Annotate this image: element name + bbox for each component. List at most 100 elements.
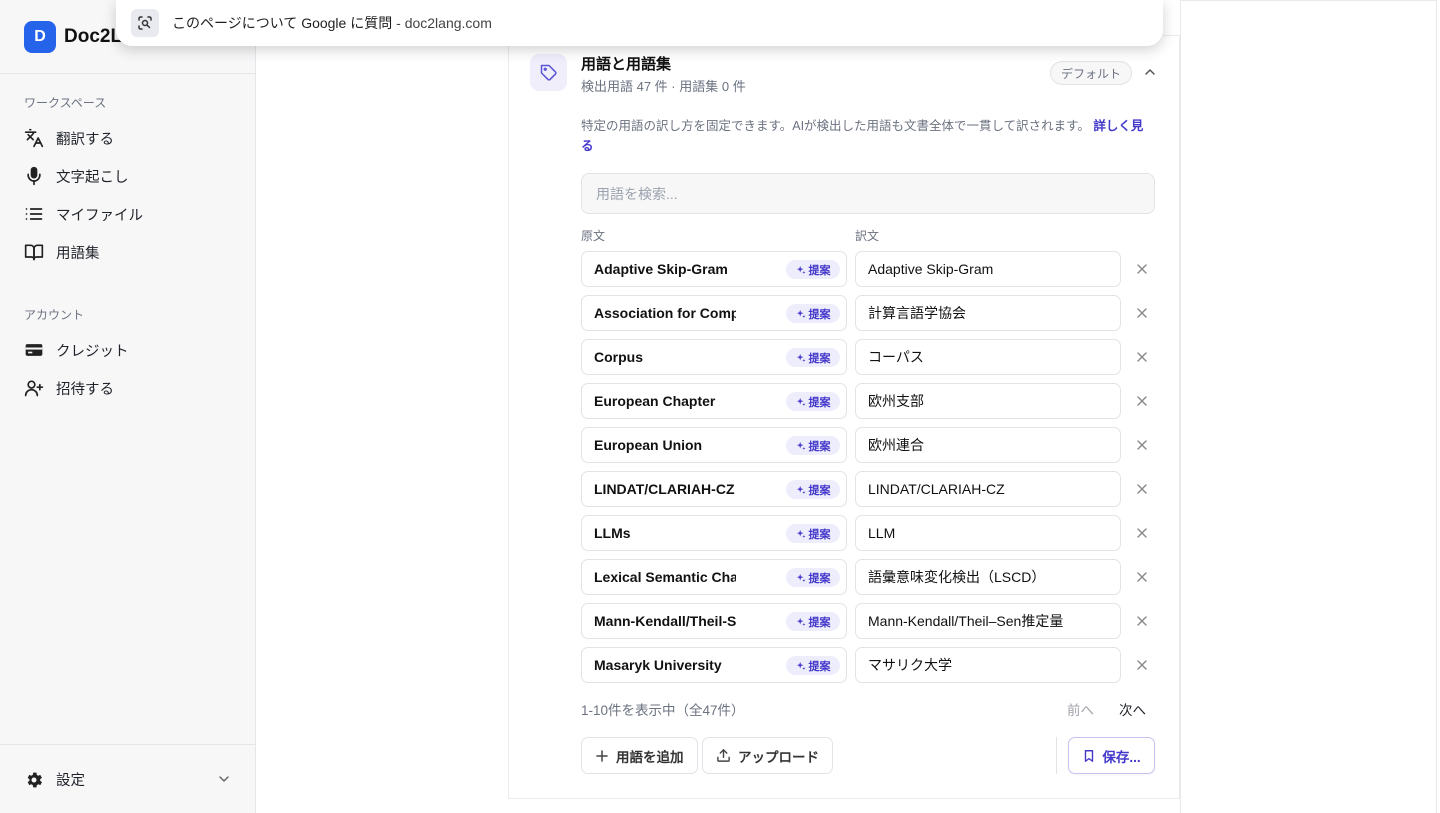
sidebar-item-glossary[interactable]: 用語集 xyxy=(24,240,100,264)
close-icon xyxy=(1137,264,1147,274)
suggestion-badge: 提案 xyxy=(786,260,840,279)
sidebar-item-credits[interactable]: クレジット xyxy=(24,338,129,362)
target-term-input[interactable] xyxy=(855,603,1121,639)
target-term-input[interactable] xyxy=(855,515,1121,551)
remove-term-button[interactable] xyxy=(1134,261,1150,277)
close-icon xyxy=(1137,528,1147,538)
target-term-input[interactable] xyxy=(855,383,1121,419)
source-term-field[interactable]: European Union 提案 xyxy=(581,427,847,463)
remove-term-button[interactable] xyxy=(1134,657,1150,673)
save-button[interactable]: 保存... xyxy=(1068,737,1155,774)
remove-term-button[interactable] xyxy=(1134,481,1150,497)
sparkle-icon xyxy=(796,309,806,318)
source-term-field[interactable]: Masaryk University 提案 xyxy=(581,647,847,683)
google-ask-bar[interactable]: このページについて Google に質問 - doc2lang.com xyxy=(116,0,1163,46)
sparkle-icon xyxy=(796,617,806,626)
glossary-description: 特定の用語の訳し方を固定できます。AIが検出した用語も文書全体で一貫して訳されま… xyxy=(581,116,1151,156)
source-term-field[interactable]: Association for Comp 提案 xyxy=(581,295,847,331)
suggestion-label: 提案 xyxy=(808,440,831,453)
upload-label: アップロード xyxy=(738,749,819,765)
close-icon xyxy=(1137,440,1147,450)
sidebar-item-label: 用語集 xyxy=(56,245,100,262)
source-term-field[interactable]: Mann-Kendall/Theil-S 提案 xyxy=(581,603,847,639)
remove-term-button[interactable] xyxy=(1134,613,1150,629)
bookmark-icon xyxy=(1085,749,1094,762)
source-term-text: Corpus xyxy=(594,349,643,365)
card-top-border xyxy=(1163,35,1180,36)
brand-name: Doc2L xyxy=(64,26,123,47)
source-term-text: European Chapter xyxy=(594,393,716,409)
sparkle-icon xyxy=(796,397,806,406)
suggestion-badge: 提案 xyxy=(786,568,840,587)
target-term-input[interactable] xyxy=(855,471,1121,507)
target-term-input[interactable] xyxy=(855,427,1121,463)
suggestion-label: 提案 xyxy=(808,616,831,629)
pagination-info: 1-10件を表示中（全47件） xyxy=(581,703,745,718)
sparkle-icon xyxy=(796,441,806,450)
source-term-field[interactable]: Corpus 提案 xyxy=(581,339,847,375)
remove-term-button[interactable] xyxy=(1134,525,1150,541)
settings-button[interactable]: 設定 xyxy=(24,769,85,790)
target-term-input[interactable] xyxy=(855,295,1121,331)
sidebar-item-label: 招待する xyxy=(56,381,114,398)
suggestion-badge: 提案 xyxy=(786,392,840,411)
suggestion-badge: 提案 xyxy=(786,524,840,543)
sidebar-item-invite[interactable]: 招待する xyxy=(24,376,114,400)
sidebar-item-my-files[interactable]: マイファイル xyxy=(24,202,143,226)
table-row: Mann-Kendall/Theil-S 提案 xyxy=(581,603,1156,639)
remove-term-button[interactable] xyxy=(1134,305,1150,321)
upload-button[interactable]: アップロード xyxy=(702,737,833,774)
table-row: Corpus 提案 xyxy=(581,339,1156,375)
prev-page-button[interactable]: 前へ xyxy=(1067,699,1094,719)
sparkle-icon xyxy=(796,353,806,362)
default-badge[interactable]: デフォルト xyxy=(1050,61,1133,85)
close-icon xyxy=(1137,616,1147,626)
sidebar-item-transcribe[interactable]: 文字起こし xyxy=(24,164,129,188)
target-term-input[interactable] xyxy=(855,251,1121,287)
table-row: LINDAT/CLARIAH-CZ 提案 xyxy=(581,471,1156,507)
chevron-up-icon[interactable] xyxy=(1142,64,1158,80)
suggestion-label: 提案 xyxy=(808,484,831,497)
user-plus-icon xyxy=(24,378,44,398)
source-term-field[interactable]: LINDAT/CLARIAH-CZ 提案 xyxy=(581,471,847,507)
sidebar: D Doc2L ワークスペース 翻訳する 文字起こし マイファイル 用語集 アカ… xyxy=(0,0,256,813)
close-icon xyxy=(1137,660,1147,670)
sparkle-icon xyxy=(796,573,806,582)
account-section-label: アカウント xyxy=(24,308,85,322)
google-lens-icon xyxy=(131,9,159,37)
chevron-down-icon[interactable] xyxy=(216,771,232,787)
column-header-source: 原文 xyxy=(581,229,606,243)
suggestion-badge: 提案 xyxy=(786,304,840,323)
remove-term-button[interactable] xyxy=(1134,569,1150,585)
remove-term-button[interactable] xyxy=(1134,393,1150,409)
target-term-input[interactable] xyxy=(855,559,1121,595)
target-term-input[interactable] xyxy=(855,339,1121,375)
tag-icon xyxy=(540,64,557,81)
google-ask-separator: - xyxy=(392,15,405,31)
table-row: Masaryk University 提案 xyxy=(581,647,1156,683)
term-search-input[interactable] xyxy=(581,173,1155,214)
target-term-input[interactable] xyxy=(855,647,1121,683)
next-page-button[interactable]: 次へ xyxy=(1119,699,1146,719)
source-term-text: Association for Comp xyxy=(594,305,736,321)
source-term-text: European Union xyxy=(594,437,703,453)
settings-bar[interactable]: 設定 xyxy=(0,744,255,813)
close-icon xyxy=(1137,396,1147,406)
suggestion-label: 提案 xyxy=(808,660,831,673)
sidebar-divider xyxy=(0,73,255,74)
source-term-field[interactable]: Adaptive Skip-Gram 提案 xyxy=(581,251,847,287)
sparkle-icon xyxy=(796,485,806,494)
remove-term-button[interactable] xyxy=(1134,349,1150,365)
brand[interactable]: D Doc2L xyxy=(24,21,122,53)
source-term-text: LINDAT/CLARIAH-CZ xyxy=(594,481,735,497)
remove-term-button[interactable] xyxy=(1134,437,1150,453)
table-row: Association for Comp 提案 xyxy=(581,295,1156,331)
list-icon xyxy=(24,204,44,224)
source-term-field[interactable]: European Chapter 提案 xyxy=(581,383,847,419)
close-icon xyxy=(1137,572,1147,582)
settings-label: 設定 xyxy=(56,773,85,789)
source-term-field[interactable]: LLMs 提案 xyxy=(581,515,847,551)
sidebar-item-translate[interactable]: 翻訳する xyxy=(24,126,114,150)
add-term-button[interactable]: 用語を追加 xyxy=(581,737,698,774)
source-term-field[interactable]: Lexical Semantic Cha 提案 xyxy=(581,559,847,595)
